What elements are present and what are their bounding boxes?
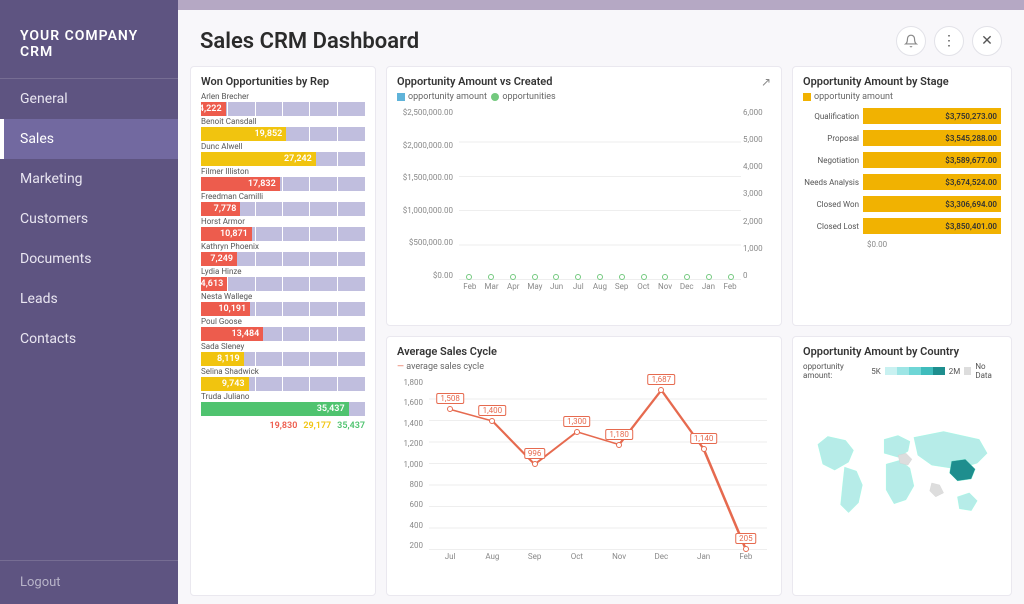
rep-row: Benoit Cansdall 19,852 [201,117,365,141]
rep-row: Sada Sleney 8,119 [201,342,365,366]
stage-row: Closed Won$3,306,694.00 [803,196,1001,212]
nav-item-customers[interactable]: Customers [0,199,178,239]
rep-row: Nesta Wallege 10,191 [201,292,365,316]
nav-item-marketing[interactable]: Marketing [0,159,178,199]
card-title: Opportunity Amount vs Created [397,75,771,88]
close-icon[interactable]: ✕ [972,26,1002,56]
rep-row: Freedman Camilli 7,778 [201,192,365,216]
rep-row: Truda Juliano 35,437 [201,392,365,416]
rep-row: Poul Goose 13,484 [201,317,365,341]
header: Sales CRM Dashboard ⋮ ✕ [178,10,1024,66]
page-title: Sales CRM Dashboard [200,29,888,54]
popout-icon[interactable]: ↗ [761,75,771,89]
rep-row: Selina Shadwick 9,743 [201,367,365,391]
card-title: Opportunity Amount by Country [803,345,1001,358]
rep-row: Dunc Alwell 27,242 [201,142,365,166]
stage-row: Negotiation$3,589,677.00 [803,152,1001,168]
dashboard-grid: Won Opportunities by Rep Arlen Brecher 4… [178,66,1024,604]
rep-summary: 19,83029,17735,437 [201,417,365,431]
stage-row: Needs Analysis$3,674,524.00 [803,174,1001,190]
brand-logo: YOUR COMPANY CRM [0,0,178,78]
sidebar: YOUR COMPANY CRM GeneralSalesMarketingCu… [0,0,178,604]
card-title: Opportunity Amount by Stage [803,75,1001,88]
nav-item-leads[interactable]: Leads [0,279,178,319]
rep-row: Kathryn Phoenix 7,249 [201,242,365,266]
card-amount-vs-created: Opportunity Amount vs Created ↗ opportun… [386,66,782,326]
stage-row: Proposal$3,545,288.00 [803,130,1001,146]
stage-row: Qualification$3,750,273.00 [803,108,1001,124]
rep-row: Horst Armor 10,871 [201,217,365,241]
card-title: Average Sales Cycle [397,345,771,358]
notifications-icon[interactable] [896,26,926,56]
nav-item-documents[interactable]: Documents [0,239,178,279]
chart-legend: opportunity amount [803,92,1001,102]
line-chart: 1,8001,6001,4001,2001,000800600400200 1,… [397,378,771,568]
nav-item-general[interactable]: General [0,79,178,119]
topbar-accent [178,0,1024,10]
rep-row: Lydia Hinze 4,613 [201,267,365,291]
card-amount-by-stage: Opportunity Amount by Stage opportunity … [792,66,1012,326]
map-legend: opportunity amount: 5K 2M No Data [803,362,1001,380]
rep-row: Arlen Brecher 4,222 [201,92,365,116]
chart-legend: — average sales cycle [397,362,771,372]
combo-chart: $2,500,000.00$2,000,000.00$1,500,000.00$… [397,108,771,298]
card-title: Won Opportunities by Rep [201,75,365,88]
logout-link[interactable]: Logout [0,560,178,604]
world-map [803,384,1001,574]
chart-legend: opportunity amount opportunities [397,92,771,102]
more-icon[interactable]: ⋮ [934,26,964,56]
main: Sales CRM Dashboard ⋮ ✕ Won Opportunitie… [178,0,1024,604]
rep-row: Filmer Illiston 17,832 [201,167,365,191]
stage-row: Closed Lost$3,850,401.00 [803,218,1001,234]
card-avg-sales-cycle: Average Sales Cycle — average sales cycl… [386,336,782,596]
nav: GeneralSalesMarketingCustomersDocumentsL… [0,78,178,560]
card-amount-by-country: Opportunity Amount by Country opportunit… [792,336,1012,596]
nav-item-contacts[interactable]: Contacts [0,319,178,359]
nav-item-sales[interactable]: Sales [0,119,178,159]
card-won-by-rep: Won Opportunities by Rep Arlen Brecher 4… [190,66,376,596]
